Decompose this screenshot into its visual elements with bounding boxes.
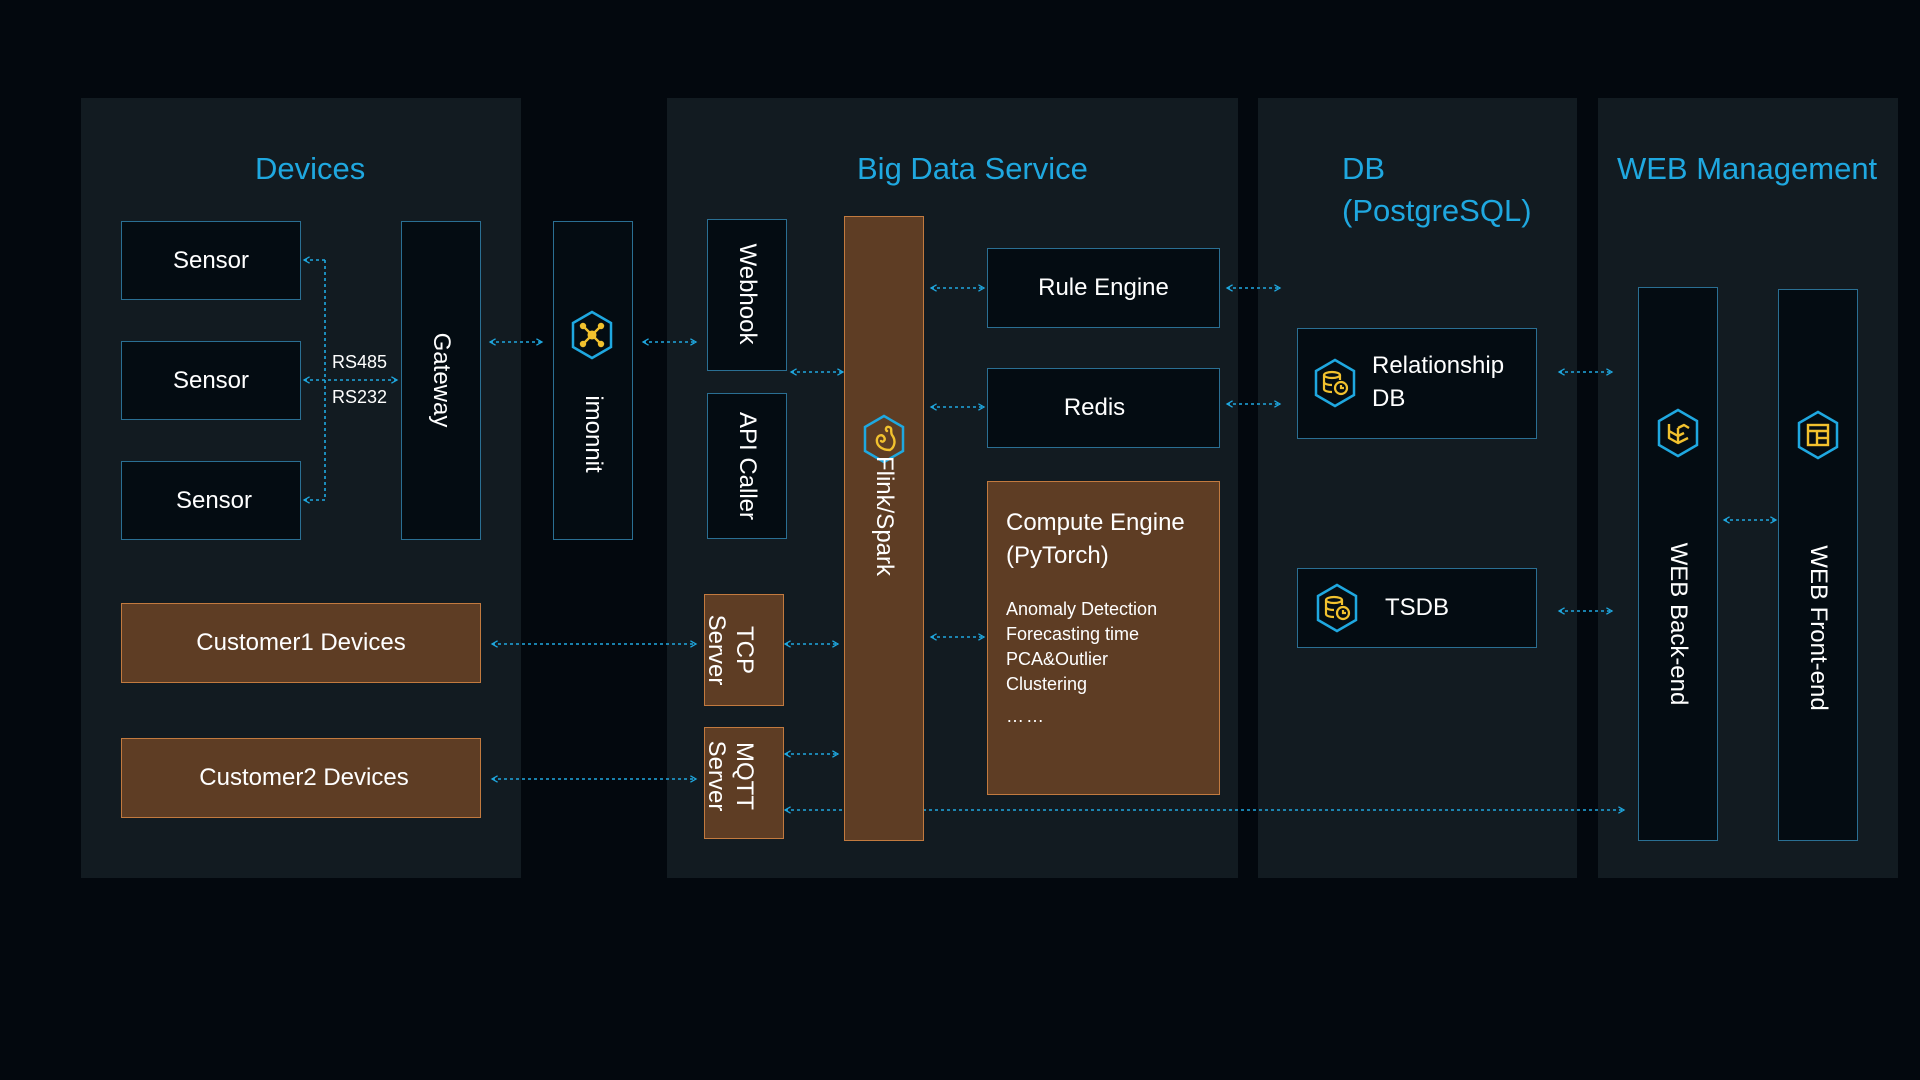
- sensor-2-label: Sensor: [172, 366, 250, 394]
- api-caller-label: API Caller: [734, 411, 761, 521]
- compute-item-4: Clustering: [1006, 674, 1088, 694]
- gateway-label: Gateway: [428, 332, 455, 428]
- rs485-label: RS485: [332, 352, 388, 372]
- customer1-label: Customer1 Devices: [196, 629, 406, 656]
- imonnit-label: imonnit: [580, 395, 607, 473]
- compute-item-1: Anomaly Detection: [1006, 599, 1158, 619]
- compute-item-2: Forecasting time: [1006, 624, 1140, 644]
- database-clock-icon: [1314, 358, 1356, 408]
- customer1-devices[interactable]: Customer1 Devices: [121, 603, 481, 683]
- compute-engine-title-2: (PyTorch): [1006, 542, 1109, 569]
- compute-item-3: PCA&Outlier: [1006, 649, 1109, 669]
- sensor-3[interactable]: Sensor: [121, 461, 301, 540]
- tcp-server-label-2: Server: [702, 590, 730, 710]
- web-backend-label: WEB Back-end: [1665, 542, 1692, 706]
- sensor-1[interactable]: Sensor: [121, 221, 301, 300]
- sensor-2[interactable]: Sensor: [121, 341, 301, 420]
- mqtt-line1: MQTT: [731, 742, 758, 810]
- rule-engine-label: Rule Engine: [1038, 274, 1169, 301]
- web-frontend-label: WEB Front-end: [1805, 545, 1832, 711]
- mqtt-server-label: MQTT: [730, 716, 758, 836]
- laravel-icon: [1657, 408, 1699, 458]
- tsdb-label: TSDB: [1385, 594, 1450, 621]
- tcp-line1: TCP: [731, 626, 758, 674]
- mqtt-server-label-2: Server: [702, 716, 730, 836]
- tsdb-database-icon: [1316, 583, 1358, 633]
- compute-item-5: ……: [1006, 706, 1046, 726]
- redis-box[interactable]: Redis: [987, 368, 1220, 448]
- relationship-db-label-2: DB: [1372, 385, 1406, 412]
- sensor-1-label: Sensor: [172, 246, 250, 274]
- connector-layer: [302, 256, 1778, 814]
- sensor-3-label: Sensor: [175, 486, 253, 514]
- rule-engine-box[interactable]: Rule Engine: [987, 248, 1220, 328]
- compute-engine-title-1: Compute Engine: [1006, 509, 1185, 536]
- tcp-line2: Server: [703, 614, 730, 686]
- network-nodes-icon: [571, 310, 613, 360]
- webhook-label: Webhook: [734, 243, 761, 345]
- layout-icon: [1797, 410, 1839, 460]
- rs232-label: RS232: [332, 387, 388, 407]
- customer2-devices[interactable]: Customer2 Devices: [121, 738, 481, 818]
- relationship-db-label-1: Relationship: [1372, 352, 1505, 379]
- customer2-label: Customer2 Devices: [199, 764, 409, 791]
- tcp-server-label: TCP: [730, 590, 758, 710]
- mqtt-line2: Server: [703, 740, 730, 812]
- redis-label: Redis: [1063, 394, 1126, 421]
- flink-spark-label: Flink/Spark: [871, 455, 898, 577]
